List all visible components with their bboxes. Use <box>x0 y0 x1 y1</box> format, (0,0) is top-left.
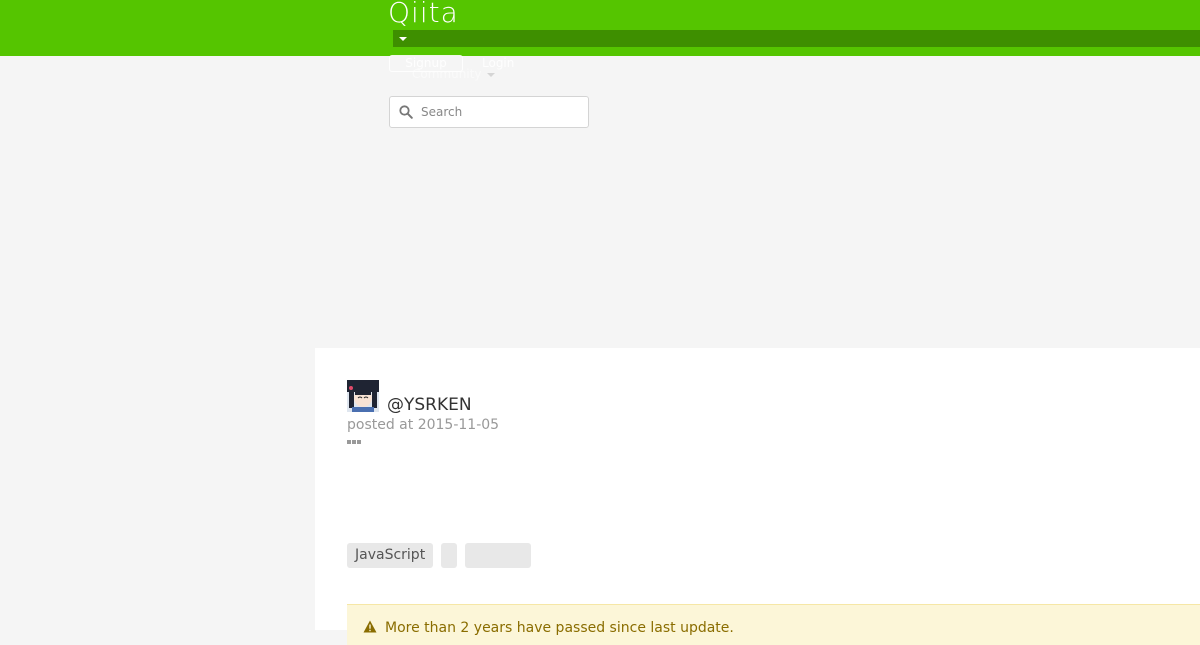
community-menu[interactable]: Community <box>412 67 496 81</box>
posted-date: posted at 2015-11-05 <box>347 417 500 433</box>
search-input[interactable] <box>421 103 581 121</box>
article-card: @YSRKEN posted at 2015-11-05 JavaScript … <box>315 348 1200 645</box>
outdated-alert: More than 2 years have passed since last… <box>347 604 1200 645</box>
search-icon <box>399 105 413 119</box>
more-horizontal-icon[interactable] <box>347 439 363 445</box>
global-header: Qiita <box>0 0 1200 56</box>
tag-javascript[interactable]: JavaScript <box>347 543 434 568</box>
chevron-down-icon[interactable] <box>396 31 410 46</box>
tag-item[interactable] <box>465 543 531 568</box>
chevron-down-icon <box>487 72 496 77</box>
avatar[interactable] <box>347 380 379 412</box>
qiita-logo[interactable]: Qiita <box>388 0 459 32</box>
author-link[interactable]: @YSRKEN <box>387 394 472 416</box>
alert-message: More than 2 years have passed since last… <box>385 620 734 636</box>
header-dark-bar <box>393 30 1200 47</box>
tag-item[interactable] <box>441 543 457 568</box>
warning-icon <box>363 620 377 633</box>
community-label: Community <box>412 67 482 81</box>
search-box[interactable] <box>389 96 589 128</box>
